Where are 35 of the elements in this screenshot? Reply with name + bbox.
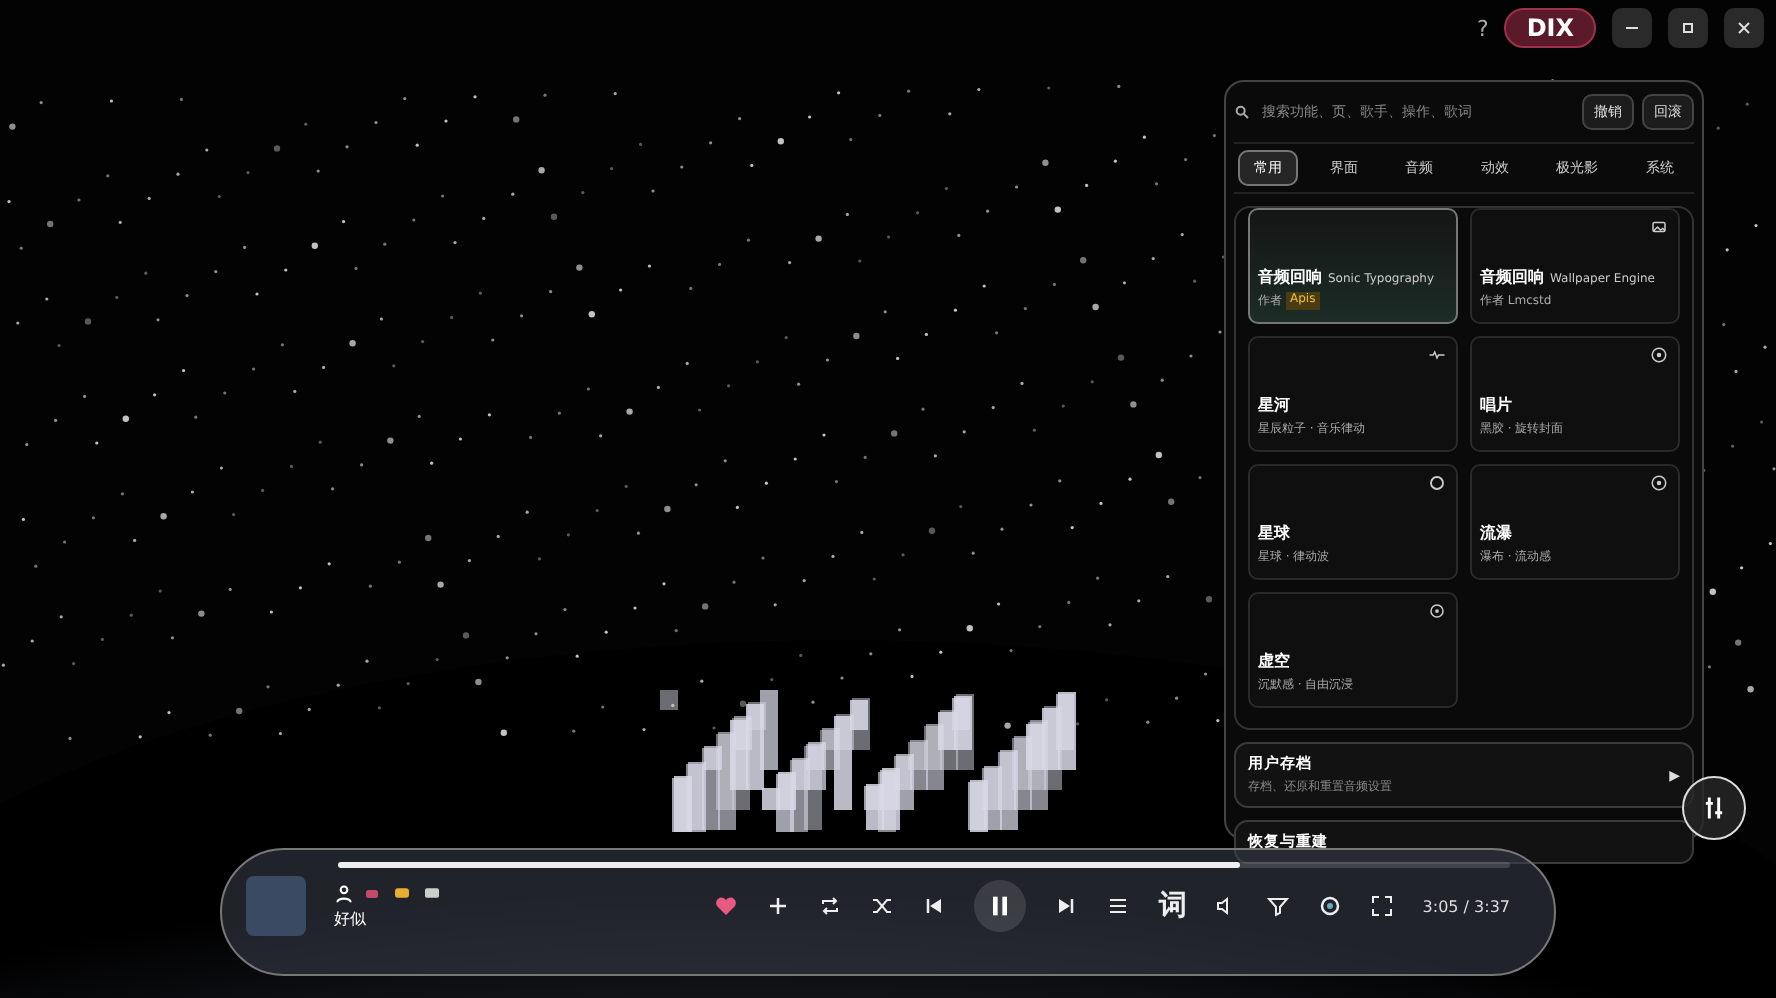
- target-icon: [1428, 602, 1446, 620]
- disc-icon: [1650, 474, 1668, 492]
- card-title: 星球: [1258, 522, 1290, 544]
- song-title: 好似: [334, 907, 368, 929]
- wave-icon: [1428, 346, 1446, 364]
- tag-icon: [422, 886, 442, 900]
- next-icon[interactable]: [1054, 894, 1079, 918]
- fullscreen-icon[interactable]: [1370, 894, 1395, 918]
- time-display: 3:05 / 3:37: [1422, 897, 1510, 915]
- previous-icon[interactable]: [922, 894, 947, 918]
- album-art-placeholder: [246, 876, 306, 936]
- search-icon: [1234, 104, 1250, 120]
- disc-icon: [1650, 346, 1668, 364]
- sliders-icon: [1700, 794, 1728, 822]
- user-icon[interactable]: [334, 883, 354, 903]
- heart-icon[interactable]: [714, 894, 739, 918]
- ring-icon: [1428, 474, 1446, 492]
- target-icon[interactable]: [1318, 894, 1343, 918]
- user-badge[interactable]: DIX: [1504, 8, 1596, 48]
- plus-icon[interactable]: [766, 894, 791, 918]
- card-title: 流瀑: [1480, 522, 1512, 544]
- card-title: 音频回响: [1258, 266, 1322, 288]
- filter-icon[interactable]: [1266, 894, 1291, 918]
- repeat-icon[interactable]: [818, 894, 843, 918]
- card-title: 星河: [1258, 394, 1290, 416]
- card-title: 音频回响: [1480, 266, 1544, 288]
- card-title: 唱片: [1480, 394, 1512, 416]
- tag-icon: [362, 887, 382, 899]
- shuffle-icon[interactable]: [870, 894, 895, 918]
- image-icon: [1650, 218, 1668, 236]
- playlist-icon[interactable]: [1106, 894, 1131, 918]
- help-button[interactable]: ?: [1476, 15, 1489, 41]
- lyrics-button[interactable]: 词: [1158, 888, 1187, 924]
- card-title: 虚空: [1258, 650, 1290, 672]
- tag-icon: [390, 886, 414, 900]
